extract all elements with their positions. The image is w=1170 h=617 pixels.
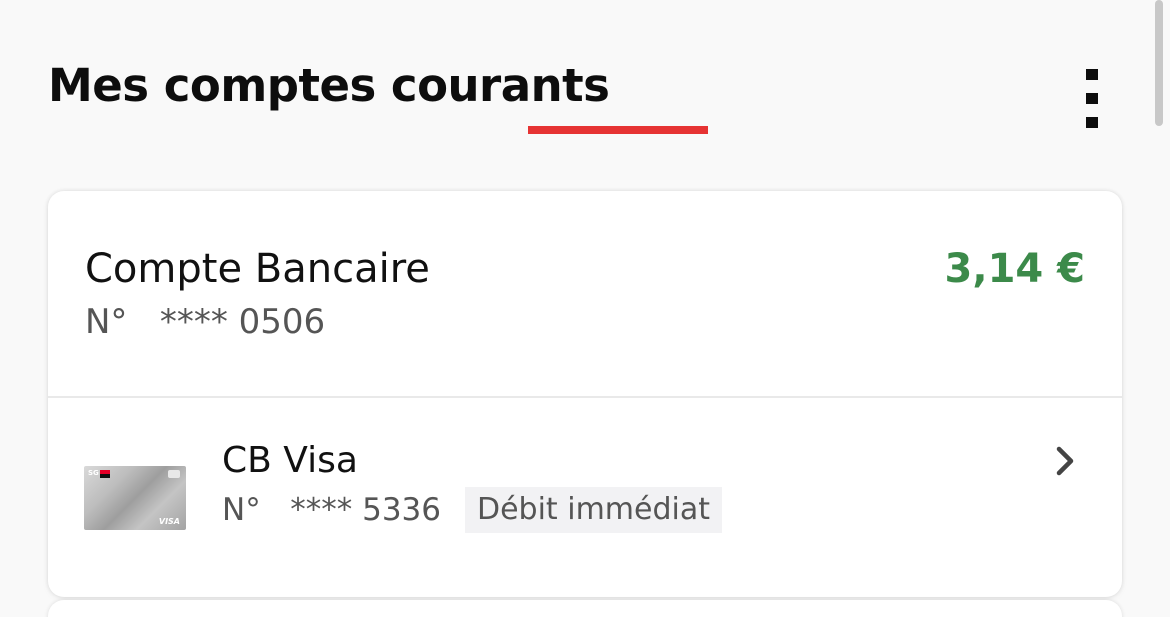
bank-card-name: CB Visa [222, 440, 358, 481]
debit-type-badge: Débit immédiat [465, 487, 722, 533]
page-title: Mes comptes courants [48, 59, 610, 112]
visa-logo: VISA [158, 517, 180, 526]
menu-dot [1086, 117, 1098, 128]
accounts-page: Mes comptes courants Compte Bancaire 3,1… [0, 0, 1170, 617]
card-chip-icon [168, 470, 180, 478]
menu-dot [1086, 93, 1098, 104]
visa-card-image: SG VISA [84, 466, 186, 530]
scrollbar-thumb[interactable] [1155, 0, 1163, 126]
bank-card-number: N° **** 5336 [222, 492, 441, 528]
account-card: Compte Bancaire 3,14 € N° **** 0506 SG V… [48, 191, 1122, 597]
chevron-right-icon[interactable] [1054, 445, 1078, 477]
account-number: N° **** 0506 [85, 302, 326, 342]
account-name: Compte Bancaire [85, 246, 430, 292]
account-row[interactable]: Compte Bancaire 3,14 € N° **** 0506 [48, 191, 1122, 397]
more-vertical-icon[interactable] [1072, 62, 1112, 134]
title-underline-accent [528, 126, 708, 134]
account-balance: 3,14 € [944, 246, 1085, 292]
card-logo-text: SG [88, 469, 99, 477]
bank-card-row[interactable]: SG VISA CB Visa N° **** 5336 Débit imméd… [48, 398, 1122, 597]
sg-logo-icon [100, 470, 110, 478]
bank-card-meta: N° **** 5336 Débit immédiat [222, 487, 722, 533]
next-account-card[interactable] [48, 600, 1122, 617]
menu-dot [1086, 69, 1098, 80]
